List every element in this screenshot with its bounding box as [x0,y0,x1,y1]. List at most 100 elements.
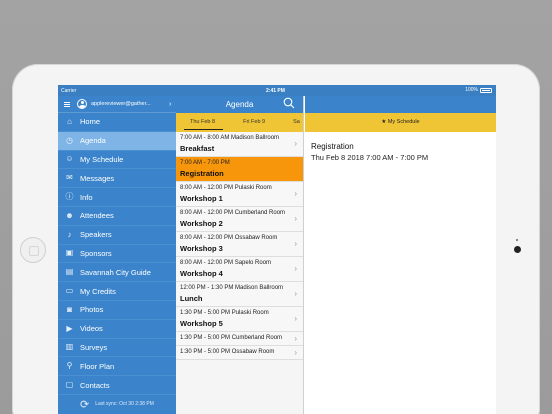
sidebar-item-label: Surveys [80,342,108,352]
session-title: Workshop 1 [180,194,223,203]
map-pin-icon: ⚲ [66,361,73,371]
chevron-right-icon: › [294,347,297,357]
search-icon[interactable] [283,97,295,109]
sidebar-item-surveys[interactable]: ▥ Surveys [58,339,176,358]
sidebar-item-speakers[interactable]: ♪ Speakers [58,226,176,245]
schedule-icon: ☺ [65,154,74,164]
session-list: 7:00 AM - 8:00 AM Madison Ballroom Breakf… [176,132,303,360]
session-title: Lunch [180,294,203,303]
session-time: 8:00 AM - 12:00 PM Cumberland Room [180,210,286,216]
list-item[interactable]: 1:30 PM - 5:00 PM Cumberland Room › [176,332,303,346]
chevron-right-icon: › [294,189,297,198]
video-icon: ▶ [66,323,73,333]
sidebar-item-label: Floor Plan [80,361,115,371]
session-time: 7:00 AM - 7:00 PM [180,160,230,166]
session-title: Registration [180,169,224,178]
sidebar-item-home[interactable]: ⌂ Home [58,113,176,132]
sidebar-account[interactable]: applereviewer@gather... › [58,96,176,113]
sidebar-item-label: Speakers [80,230,112,240]
battery-percent: 100% [465,87,478,93]
session-title: Workshop 5 [180,319,223,328]
tab-date[interactable]: Fri Feb 9 [229,113,279,132]
surveys-icon: ▥ [65,342,74,352]
list-item[interactable]: 12:00 PM - 1:30 PM Madison Ballroom Lunch… [176,282,303,307]
session-time: 1:30 PM - 5:00 PM Ossabaw Room [180,349,275,355]
list-item[interactable]: 8:00 AM - 12:00 PM Sapelo Room Workshop 4… [176,257,303,282]
session-time: 7:00 AM - 8:00 AM Madison Ballroom [180,135,280,141]
credits-icon: ▭ [65,286,74,296]
sidebar-item-contacts[interactable]: ▢ Contacts [58,376,176,395]
session-title: Workshop 4 [180,269,223,278]
info-icon: ⓘ [65,192,74,202]
my-schedule-button[interactable]: ★ My Schedule [305,113,496,132]
sidebar-item-attendees[interactable]: ☻ Attendees [58,207,176,226]
list-item[interactable]: 8:00 AM - 12:00 PM Pulaski Room Workshop … [176,182,303,207]
session-title: Workshop 2 [180,219,223,228]
sync-icon[interactable]: ⟳ [80,398,89,411]
session-time: 8:00 AM - 12:00 PM Pulaski Room [180,185,272,191]
tab-date[interactable]: Sa [279,113,303,132]
menu-icon[interactable] [64,101,70,107]
sidebar-item-info[interactable]: ⓘ Info [58,188,176,207]
sensor-dot [516,239,518,241]
chevron-right-icon: › [294,139,297,148]
sidebar-item-label: My Schedule [80,154,124,164]
avatar [77,99,87,109]
session-time: 8:00 AM - 12:00 PM Ossabaw Room [180,235,278,241]
microphone-icon: ♪ [67,229,72,239]
sync-status: ⟳ Last sync: Oct 30 2:38 PM [58,394,176,414]
sidebar-item-savannah-city-guide[interactable]: ▤ Savannah City Guide [58,263,176,283]
agenda-panel: Agenda Thu Feb 8 Fri Feb 9 Sa 7:00 AM - 8:… [176,96,304,414]
sidebar-item-sponsors[interactable]: ▣ Sponsors [58,245,176,264]
sidebar-item-my-credits[interactable]: ▭ My Credits [58,282,176,301]
agenda-header: Agenda [176,96,303,113]
sponsors-icon: ▣ [65,248,74,258]
chevron-right-icon: › [294,333,297,343]
session-time: 12:00 PM - 1:30 PM Madison Ballroom [180,285,284,291]
last-sync-label: Last sync: Oct 30 2:38 PM [95,401,154,407]
session-time: 8:00 AM - 12:00 PM Sapelo Room [180,260,272,266]
session-title: Breakfast [180,144,215,153]
sidebar-item-floor-plan[interactable]: ⚲ Floor Plan [58,357,176,377]
list-item[interactable]: 1:30 PM - 5:00 PM Ossabaw Room › [176,346,303,360]
sidebar-item-videos[interactable]: ▶ Videos [58,320,176,339]
chevron-right-icon: › [294,214,297,223]
list-item[interactable]: 1:30 PM - 5:00 PM Pulaski Room Workshop 5… [176,307,303,332]
status-bar: Carrier 2:41 PM 100% [58,85,496,96]
sidebar-item-label: Attendees [80,211,114,221]
detail-header [305,96,496,113]
battery-indicator: 100% [465,87,492,93]
list-item[interactable]: 7:00 AM - 8:00 AM Madison Ballroom Breakf… [176,132,303,157]
sidebar-item-messages[interactable]: ✉ Messages [58,169,176,189]
agenda-icon: ◷ [66,135,73,145]
sidebar-nav: ⌂ Home ◷ Agenda ☺ My Schedule ✉ Messages ⓘ Info ☻ A… [58,113,176,395]
carrier-label: Carrier [61,88,77,94]
sidebar: applereviewer@gather... › ⌂ Home ◷ Agenda ☺ M… [58,96,176,414]
camera-icon: ◙ [67,304,72,314]
session-time: 1:30 PM - 5:00 PM Pulaski Room [180,310,269,316]
sidebar-item-agenda[interactable]: ◷ Agenda [58,131,176,151]
agenda-title: Agenda [225,100,254,109]
mail-icon: ✉ [66,173,73,183]
session-detail-title: Registration [311,142,354,151]
list-item[interactable]: 7:00 AM - 7:00 PM Registration [176,157,303,182]
contacts-icon: ▢ [65,380,74,390]
sidebar-item-label: Info [80,192,93,202]
sidebar-item-label: Sponsors [80,248,112,258]
sidebar-item-label: Agenda [80,136,106,146]
sidebar-item-label: Savannah City Guide [80,267,151,277]
home-button[interactable] [20,237,46,263]
list-item[interactable]: 8:00 AM - 12:00 PM Cumberland Room Worksh… [176,207,303,232]
chevron-right-icon: › [294,264,297,273]
session-time: 1:30 PM - 5:00 PM Cumberland Room [180,335,283,341]
people-icon: ☻ [65,210,74,220]
date-tabs: Thu Feb 8 Fri Feb 9 Sa [176,113,303,132]
sidebar-item-photos[interactable]: ◙ Photos [58,301,176,320]
tab-date[interactable]: Thu Feb 8 [176,113,229,132]
sidebar-item-label: Messages [80,173,115,183]
sidebar-item-my-schedule[interactable]: ☺ My Schedule [58,151,176,170]
list-item[interactable]: 8:00 AM - 12:00 PM Ossabaw Room Workshop … [176,232,303,257]
home-icon: ⌂ [67,116,72,126]
app-screen: Carrier 2:41 PM 100% applereviewer@gathe… [58,85,496,414]
sidebar-item-label: Videos [80,324,103,334]
